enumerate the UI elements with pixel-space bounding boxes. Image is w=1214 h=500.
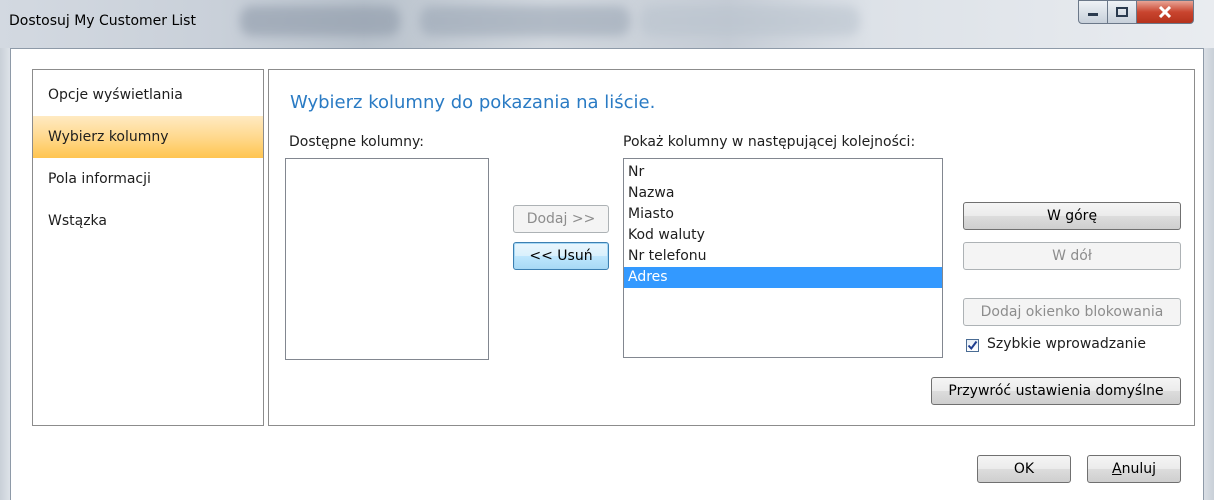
nav-item-info-fields[interactable]: Pola informacji bbox=[33, 158, 263, 200]
quick-entry-checkbox[interactable] bbox=[966, 339, 979, 352]
maximize-icon bbox=[1116, 7, 1128, 17]
available-columns-list[interactable] bbox=[285, 158, 489, 360]
nav-item-label: Wybierz kolumny bbox=[48, 129, 169, 145]
available-columns-label: Dostępne kolumny: bbox=[289, 134, 424, 150]
list-item-selected[interactable]: Adres bbox=[624, 267, 942, 288]
list-item[interactable]: Nr bbox=[624, 162, 942, 183]
page-title: Wybierz kolumny do pokazania na liście. bbox=[290, 92, 656, 113]
quick-entry-label[interactable]: Szybkie wprowadzanie bbox=[987, 336, 1146, 352]
nav-item-display-options[interactable]: Opcje wyświetlania bbox=[33, 74, 263, 116]
add-column-button[interactable]: Dodaj >> bbox=[513, 205, 609, 233]
minimize-button[interactable] bbox=[1078, 0, 1108, 24]
restore-defaults-button[interactable]: Przywróć ustawienia domyślne bbox=[931, 377, 1181, 405]
maximize-button[interactable] bbox=[1107, 0, 1137, 24]
ok-button-label: OK bbox=[1013, 461, 1035, 477]
restore-defaults-button-label: Przywróć ustawienia domyślne bbox=[948, 383, 1164, 399]
shown-columns-list[interactable]: Nr Nazwa Miasto Kod waluty Nr telefonu A… bbox=[623, 158, 943, 358]
window-frame-left bbox=[0, 48, 10, 500]
nav-item-label: Opcje wyświetlania bbox=[48, 87, 183, 103]
title-bar[interactable]: Dostosuj My Customer List bbox=[0, 0, 1214, 48]
minimize-icon bbox=[1088, 13, 1098, 16]
nav-item-ribbon[interactable]: Wstązka bbox=[33, 200, 263, 242]
cancel-button-label-rest: nuluj bbox=[1121, 461, 1156, 477]
nav-item-label: Pola informacji bbox=[48, 171, 151, 187]
list-item[interactable]: Nazwa bbox=[624, 183, 942, 204]
columns-panel: Wybierz kolumny do pokazania na liście. … bbox=[268, 69, 1195, 426]
list-item[interactable]: Kod waluty bbox=[624, 225, 942, 246]
list-item[interactable]: Miasto bbox=[624, 204, 942, 225]
add-column-button-label: Dodaj >> bbox=[526, 211, 596, 227]
cancel-button[interactable]: Anuluj bbox=[1087, 455, 1181, 483]
add-freeze-pane-button[interactable]: Dodaj okienko blokowania bbox=[963, 298, 1181, 326]
dialog-window: Dostosuj My Customer List Opcje wyświetl… bbox=[0, 0, 1214, 500]
list-item[interactable]: Nr telefonu bbox=[624, 246, 942, 267]
close-icon bbox=[1158, 6, 1172, 18]
move-down-button-label: W dół bbox=[1052, 248, 1092, 264]
close-button[interactable] bbox=[1136, 0, 1194, 24]
ok-button[interactable]: OK bbox=[977, 455, 1071, 483]
cancel-button-label: Anuluj bbox=[1112, 461, 1156, 477]
shown-columns-label: Pokaż kolumny w następującej kolejności: bbox=[623, 134, 916, 150]
nav-item-choose-columns[interactable]: Wybierz kolumny bbox=[33, 116, 263, 158]
move-down-button[interactable]: W dół bbox=[963, 242, 1181, 270]
window-title: Dostosuj My Customer List bbox=[9, 13, 196, 29]
cancel-button-access-key: A bbox=[1112, 461, 1122, 477]
checkmark-icon bbox=[967, 340, 978, 351]
move-up-button[interactable]: W górę bbox=[963, 202, 1181, 230]
nav-item-label: Wstązka bbox=[48, 213, 107, 229]
remove-column-button[interactable]: << Usuń bbox=[513, 242, 609, 270]
category-nav: Opcje wyświetlania Wybierz kolumny Pola … bbox=[32, 69, 264, 426]
dialog-client-area: Opcje wyświetlania Wybierz kolumny Pola … bbox=[10, 48, 1204, 500]
add-freeze-pane-button-label: Dodaj okienko blokowania bbox=[980, 304, 1164, 320]
move-up-button-label: W górę bbox=[1046, 208, 1098, 224]
remove-column-button-label: << Usuń bbox=[529, 248, 593, 264]
